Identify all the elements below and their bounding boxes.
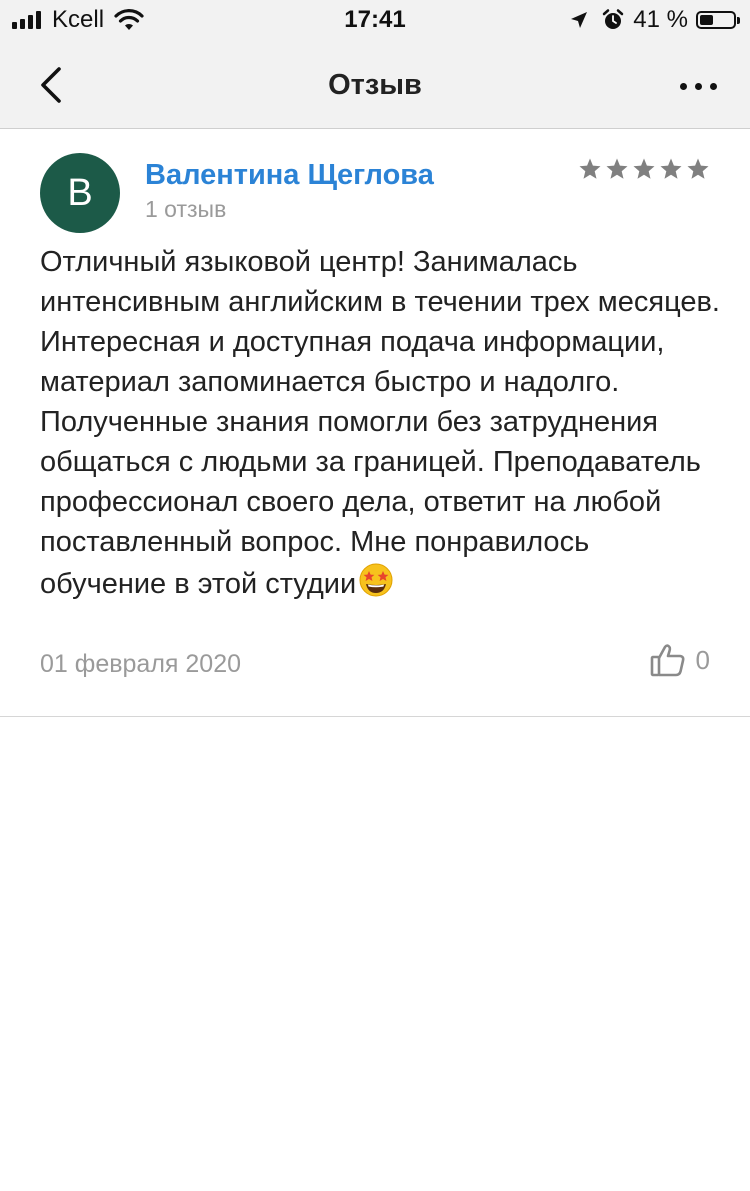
battery-fill — [700, 15, 713, 25]
battery-icon — [696, 11, 740, 29]
avatar[interactable]: В — [40, 153, 120, 233]
more-options-button[interactable] — [670, 64, 726, 108]
like-button[interactable]: 0 — [650, 643, 710, 677]
star-icon — [687, 158, 709, 179]
star-icon — [606, 158, 628, 179]
star-icon — [579, 158, 601, 179]
nav-bar: Отзыв — [0, 42, 750, 129]
location-arrow-icon — [571, 12, 588, 28]
review-card: В Валентина Щеглова 1 отзыв Отличный язы… — [0, 129, 750, 717]
more-dots-icon — [679, 82, 687, 90]
page-title: Отзыв — [328, 69, 422, 101]
back-button[interactable] — [26, 60, 76, 110]
review-date: 01 февраля 2020 — [40, 650, 242, 678]
review-text: Отличный языковой центр! Занималась инте… — [40, 242, 720, 604]
author-name[interactable]: Валентина Щеглова — [145, 159, 434, 192]
star-struck-emoji-icon — [359, 563, 393, 597]
star-icon — [660, 158, 682, 179]
status-bar: Kcell 17:41 41 % — [0, 0, 750, 42]
review-body: Отличный языковой центр! Занималась инте… — [40, 246, 720, 600]
rating-stars — [575, 157, 710, 181]
author-review-count: 1 отзыв — [145, 196, 227, 222]
battery-percent: 41 % — [633, 6, 688, 33]
alarm-icon — [603, 9, 624, 29]
like-count: 0 — [695, 644, 710, 675]
star-icon — [633, 158, 655, 179]
status-bar-right: 41 % — [569, 6, 740, 34]
back-chevron-icon — [41, 67, 61, 103]
thumbs-up-icon — [650, 644, 685, 677]
